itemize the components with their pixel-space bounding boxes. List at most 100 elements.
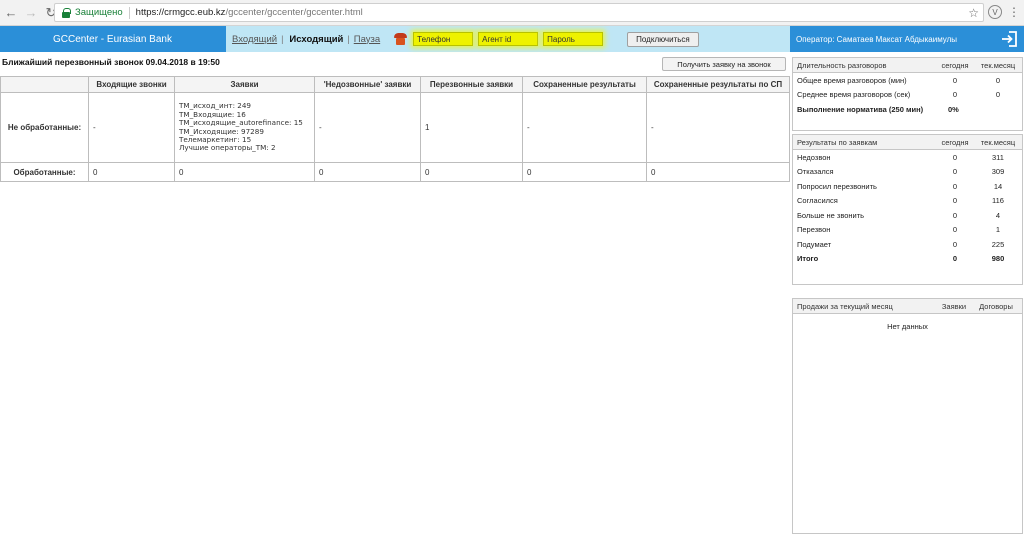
extension-icon[interactable]: V [988, 5, 1002, 19]
column-today: сегодня [941, 60, 969, 70]
stat-today: 0 [952, 90, 958, 100]
result-today: 0 [952, 152, 958, 162]
back-arrow-icon[interactable]: ← [2, 4, 20, 22]
result-today: 0 [952, 181, 958, 191]
ticket-line[interactable]: Лучшие операторы_ТМ: 2 [179, 143, 314, 152]
result-row: Подумает 0 225 [793, 237, 1022, 252]
table-cell: - [522, 92, 647, 163]
stat-row: Среднее время разговоров (сек) 0 0 [793, 88, 1022, 103]
column-header: Сохраненные результаты по СП [646, 76, 790, 93]
mode-separator: | [347, 34, 350, 44]
brand-title: GCCenter - Eurasian Bank [53, 33, 172, 45]
norm-row: Выполнение норматива (250 мин) 0% [793, 102, 1022, 117]
table-cell: 0 [646, 162, 790, 182]
table-cell: 0 [314, 162, 421, 182]
result-label: Недозвон [797, 152, 831, 162]
result-month: 14 [993, 181, 1003, 191]
column-month: тек.месяц [980, 137, 1016, 147]
secure-label: Защищено [75, 7, 123, 18]
tickets-cell: ТМ_исход_инт: 249 ТМ_Входящие: 16 ТМ_исх… [174, 92, 315, 163]
bookmark-star-icon[interactable]: ☆ [968, 6, 979, 20]
mode-pause-link[interactable]: Пауза [354, 34, 380, 45]
agent-id-input[interactable] [478, 32, 539, 46]
result-today: 0 [952, 225, 958, 235]
column-contracts: Договоры [979, 301, 1013, 311]
result-row: Перезвон 0 1 [793, 223, 1022, 238]
table-cell: 0 [420, 162, 523, 182]
result-today: 0 [952, 196, 958, 206]
nearest-callback-text: Ближайший перезвонный звонок 09.04.2018 … [2, 57, 220, 67]
table-row: Обработанные: 0 0 0 0 0 0 [0, 162, 790, 182]
column-header: Сохраненные результаты [522, 76, 647, 93]
stat-today: 0 [952, 75, 958, 85]
mode-outgoing-link[interactable]: Исходящий [289, 34, 343, 45]
result-label: Перезвон [797, 225, 831, 235]
panel-header: Длительность разговоров сегодня тек.меся… [793, 58, 1022, 73]
table-row: Не обработанные: - ТМ_исход_инт: 249 ТМ_… [0, 92, 790, 163]
app-header: GCCenter - Eurasian Bank Входящий | Исхо… [0, 26, 1024, 52]
table-cell: - [314, 92, 421, 163]
browser-toolbar: ← → ↻ Защищено https://crmgcc.eub.kz/gcc… [0, 0, 1024, 26]
table-cell: 0 [174, 162, 315, 182]
result-label: Подумает [797, 239, 832, 249]
result-month: 311 [992, 152, 1004, 162]
norm-label: Выполнение норматива (250 мин) [797, 104, 924, 114]
table-cell: 0 [522, 162, 647, 182]
table-cell: - [88, 92, 175, 163]
panel-title: Длительность разговоров [797, 60, 887, 70]
panel-header: Результаты по заявкам сегодня тек.месяц [793, 135, 1022, 150]
table-cell[interactable]: 1 [420, 92, 523, 163]
result-row: Недозвон 0 311 [793, 150, 1022, 165]
address-bar[interactable]: Защищено https://crmgcc.eub.kz/gccenter/… [54, 3, 984, 22]
column-header: 'Недозвонные' заявки [314, 76, 421, 93]
stat-month: 0 [995, 75, 1001, 85]
phone-input[interactable] [413, 32, 474, 46]
table-cell: 0 [88, 162, 175, 182]
lock-icon [61, 7, 71, 18]
password-input[interactable] [543, 32, 604, 46]
row-label: Не обработанные: [0, 92, 89, 163]
column-header: Входящие звонки [88, 76, 175, 93]
result-month: 225 [991, 239, 1005, 249]
row-label: Обработанные: [0, 162, 89, 182]
sales-panel: Продажи за текущий месяц Заявки Договоры… [792, 298, 1023, 534]
mode-incoming-link[interactable]: Входящий [232, 34, 277, 45]
table-cell: - [646, 92, 790, 163]
table-header-row: Входящие звонки Заявки 'Недозвонные' зая… [0, 76, 790, 93]
logout-icon[interactable] [1000, 30, 1018, 48]
forward-arrow-icon[interactable]: → [22, 4, 40, 22]
column-header: Перезвонные заявки [420, 76, 523, 93]
operator-name: Оператор: Саматаев Максат Абдыкаимулы [796, 34, 958, 44]
stat-month: 0 [995, 90, 1001, 100]
column-requests: Заявки [941, 301, 967, 311]
url-divider [128, 6, 130, 19]
result-today: 0 [952, 210, 958, 220]
result-month: 116 [992, 196, 1004, 206]
result-label: Отказался [797, 167, 834, 177]
result-row: Попросил перезвонить 0 14 [793, 179, 1022, 194]
result-month: 309 [991, 167, 1005, 177]
connect-button[interactable]: Подключиться [627, 31, 699, 47]
result-label: Попросил перезвонить [797, 181, 877, 191]
result-row: Больше не звонить 0 4 [793, 208, 1022, 223]
result-label: Больше не звонить [797, 210, 865, 220]
results-panel: Результаты по заявкам сегодня тек.месяц … [792, 134, 1023, 285]
result-month: 4 [995, 210, 1001, 220]
mode-separator: | [281, 34, 284, 44]
norm-value: 0% [948, 104, 959, 114]
duration-panel: Длительность разговоров сегодня тек.меся… [792, 57, 1023, 131]
result-total-row: Итого 0 980 [793, 252, 1022, 267]
requests-table: Входящие звонки Заявки 'Недозвонные' зая… [0, 76, 790, 182]
no-data-text: Нет данных [887, 322, 928, 331]
result-row: Согласился 0 116 [793, 194, 1022, 209]
column-month: тек.месяц [980, 60, 1016, 70]
result-today: 0 [952, 239, 958, 249]
result-row: Отказался 0 309 [793, 165, 1022, 180]
result-label: Согласился [797, 196, 838, 206]
total-month: 980 [991, 254, 1005, 264]
column-today: сегодня [941, 137, 969, 147]
stat-label: Среднее время разговоров (сек) [797, 90, 911, 100]
column-header [0, 76, 89, 93]
get-call-request-button[interactable]: Получить заявку на звонок [662, 57, 786, 71]
browser-menu-icon[interactable]: ⋮ [1008, 5, 1020, 19]
